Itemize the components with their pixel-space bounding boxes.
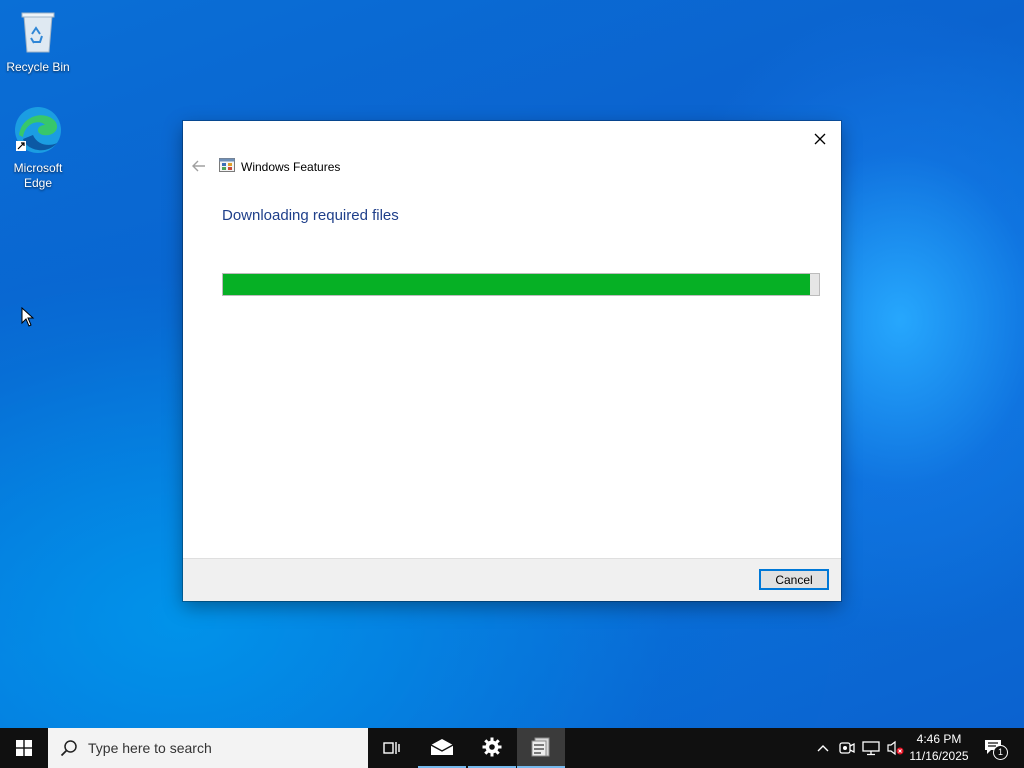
clock-time: 4:46 PM [916,732,962,746]
download-progress-bar [222,273,820,296]
start-button[interactable] [0,728,48,768]
desktop: Recycle Bin Microsoft Edge Windows Featu… [0,0,1024,728]
windows-features-app-icon [531,737,550,757]
notifications-icon: 1 [984,739,1008,760]
taskbar-settings-app[interactable] [468,728,516,768]
meet-now-icon [839,742,855,754]
windows-features-icon [219,157,235,176]
volume-muted-icon [887,740,904,756]
volume-button[interactable] [884,728,906,768]
edge-icon [2,105,74,159]
mail-icon [430,739,454,755]
desktop-icon-label: Recycle Bin [6,60,70,74]
taskbar: Type here to search 4:46 PM 11/16/2025 1 [0,728,1024,768]
desktop-icon-label: Microsoft Edge [13,161,63,190]
task-view-button[interactable] [368,728,416,768]
windows-start-icon [16,740,32,756]
close-button[interactable] [805,125,835,153]
meet-now-button[interactable] [836,728,858,768]
windows-features-dialog: Windows Features Downloading required fi… [183,121,841,601]
taskbar-windows-features-app[interactable] [517,728,565,768]
search-icon [60,739,78,757]
page-heading: Downloading required files [222,207,399,224]
close-icon [814,133,826,145]
back-button[interactable] [191,159,209,175]
dialog-footer: Cancel [183,558,841,601]
taskbar-mail-app[interactable] [418,728,466,768]
action-center-button[interactable]: 1 [978,728,1010,768]
network-icon [862,741,880,756]
clock-date: 11/16/2025 [909,749,969,763]
mouse-cursor-icon [21,306,35,332]
task-view-icon [383,742,400,754]
search-placeholder: Type here to search [88,740,212,756]
back-arrow-icon [192,160,205,172]
window-title-row: Windows Features [219,157,340,176]
desktop-icon-microsoft-edge[interactable]: Microsoft Edge [2,105,74,191]
taskbar-clock[interactable]: 4:46 PM 11/16/2025 [905,731,973,765]
recycle-bin-icon [2,8,74,58]
progress-bar-fill [223,274,811,295]
taskbar-search-box[interactable]: Type here to search [48,728,368,768]
notification-count-badge: 1 [993,745,1008,760]
network-button[interactable] [860,728,882,768]
window-title: Windows Features [241,159,341,174]
cancel-button[interactable]: Cancel [759,569,829,590]
settings-gear-icon [482,737,502,757]
show-hidden-icons-button[interactable] [813,728,833,768]
desktop-icon-recycle-bin[interactable]: Recycle Bin [2,8,74,75]
chevron-up-icon [817,745,829,752]
